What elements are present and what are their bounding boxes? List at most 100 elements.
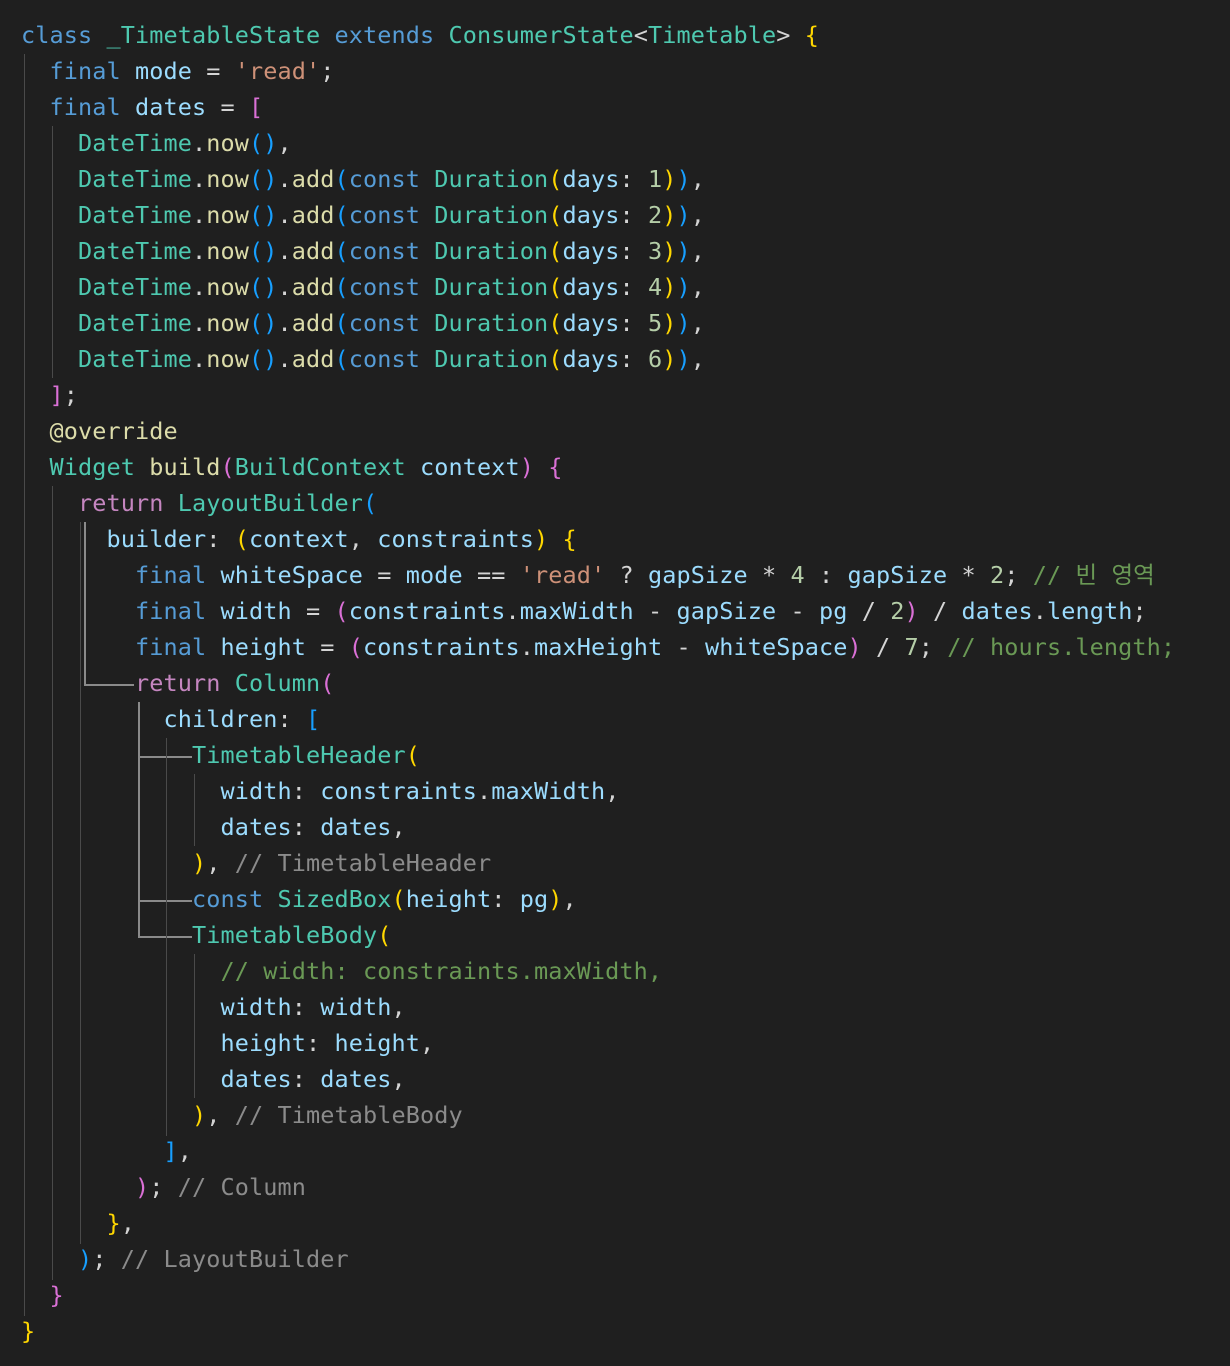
code-token: ): [676, 237, 691, 265]
code-token: gapSize: [676, 597, 777, 625]
code-line[interactable]: final whiteSpace = mode == 'read' ? gapS…: [21, 557, 1155, 593]
code-line[interactable]: final mode = 'read';: [21, 53, 335, 89]
code-line[interactable]: TimetableHeader(: [21, 737, 420, 773]
code-line[interactable]: DateTime.now().add(const Duration(days: …: [21, 269, 705, 305]
code-token: SizedBox: [277, 885, 392, 913]
code-line[interactable]: DateTime.now().add(const Duration(days: …: [21, 305, 705, 341]
code-token: ): [135, 1173, 150, 1201]
code-token: :: [619, 237, 648, 265]
code-token: -: [662, 633, 705, 661]
code-token: now: [206, 237, 249, 265]
code-token: :: [277, 705, 306, 733]
code-line[interactable]: }: [21, 1277, 64, 1313]
code-token: =: [291, 597, 335, 625]
code-line[interactable]: width: constraints.maxWidth,: [21, 773, 619, 809]
code-token: 5: [648, 309, 663, 337]
code-line[interactable]: dates: dates,: [21, 809, 406, 845]
code-token: =: [192, 57, 235, 85]
code-token: DateTime: [78, 165, 192, 193]
code-line[interactable]: final height = (constraints.maxHeight - …: [21, 629, 1175, 665]
code-line[interactable]: DateTime.now().add(const Duration(days: …: [21, 233, 705, 269]
code-token: 7: [904, 633, 919, 661]
code-token: =: [362, 561, 406, 589]
code-line[interactable]: const SizedBox(height: pg),: [21, 881, 577, 917]
code-token: (: [548, 237, 563, 265]
code-line[interactable]: class _TimetableState extends ConsumerSt…: [21, 17, 819, 53]
code-token: ?: [605, 561, 648, 589]
code-token: ,: [690, 309, 705, 337]
code-token: :: [291, 1065, 321, 1093]
code-token: // width: constraints.maxWidth,: [220, 957, 663, 985]
code-token: DateTime: [78, 129, 192, 157]
code-line[interactable]: width: width,: [21, 989, 406, 1025]
code-line[interactable]: DateTime.now().add(const Duration(days: …: [21, 341, 705, 377]
code-line[interactable]: ];: [21, 377, 78, 413]
code-token: 4: [648, 273, 663, 301]
code-line[interactable]: ), // TimetableBody: [21, 1097, 463, 1133]
code-token: const: [348, 309, 420, 337]
code-token: ): [676, 273, 691, 301]
code-token: ,: [206, 849, 235, 877]
code-token: Duration: [434, 273, 549, 301]
code-token: (: [548, 273, 563, 301]
code-line[interactable]: ],: [21, 1133, 192, 1169]
code-token: now: [206, 129, 249, 157]
code-token: DateTime: [78, 345, 192, 373]
code-line[interactable]: final dates = [: [21, 89, 264, 125]
code-line[interactable]: children: [: [21, 701, 320, 737]
code-token: const: [348, 165, 420, 193]
code-token: ,: [348, 525, 378, 553]
code-line[interactable]: // width: constraints.maxWidth,: [21, 953, 662, 989]
code-token: constraints: [377, 525, 534, 553]
code-token: [: [249, 93, 264, 121]
code-editor[interactable]: class _TimetableState extends ConsumerSt…: [0, 0, 1230, 1366]
code-token: :: [804, 561, 848, 589]
code-line[interactable]: return Column(: [21, 665, 335, 701]
code-token: ConsumerState: [448, 21, 634, 49]
code-line[interactable]: DateTime.now().add(const Duration(days: …: [21, 161, 705, 197]
code-token: ;: [1132, 597, 1147, 625]
code-token: }: [21, 1317, 36, 1345]
code-line[interactable]: height: height,: [21, 1025, 434, 1061]
code-token: (: [377, 921, 392, 949]
code-line[interactable]: ); // LayoutBuilder: [21, 1241, 349, 1277]
code-token: 3: [648, 237, 663, 265]
code-token: /: [918, 597, 962, 625]
code-line[interactable]: @override: [21, 413, 178, 449]
code-token: final: [49, 93, 121, 121]
code-token: .: [505, 597, 520, 625]
code-token: 2: [989, 561, 1005, 589]
code-line[interactable]: builder: (context, constraints) {: [21, 521, 577, 557]
code-token: (: [234, 525, 249, 553]
code-token: ;: [63, 381, 78, 409]
code-line[interactable]: final width = (constraints.maxWidth - ga…: [21, 593, 1147, 629]
code-token: ): [662, 165, 677, 193]
code-line[interactable]: Widget build(BuildContext context) {: [21, 449, 563, 485]
code-line[interactable]: DateTime.now(),: [21, 125, 292, 161]
code-line[interactable]: DateTime.now().add(const Duration(days: …: [21, 197, 705, 233]
code-line[interactable]: },: [21, 1205, 135, 1241]
code-line[interactable]: ); // Column: [21, 1169, 306, 1205]
code-line[interactable]: dates: dates,: [21, 1061, 406, 1097]
code-line[interactable]: }: [21, 1313, 35, 1349]
code-token: 6: [648, 345, 663, 373]
code-line[interactable]: return LayoutBuilder(: [21, 485, 377, 521]
code-token: constraints: [320, 777, 477, 805]
code-token: dates: [220, 1065, 292, 1093]
code-line[interactable]: ), // TimetableHeader: [21, 845, 491, 881]
code-line[interactable]: TimetableBody(: [21, 917, 391, 953]
code-token: ): [662, 237, 677, 265]
